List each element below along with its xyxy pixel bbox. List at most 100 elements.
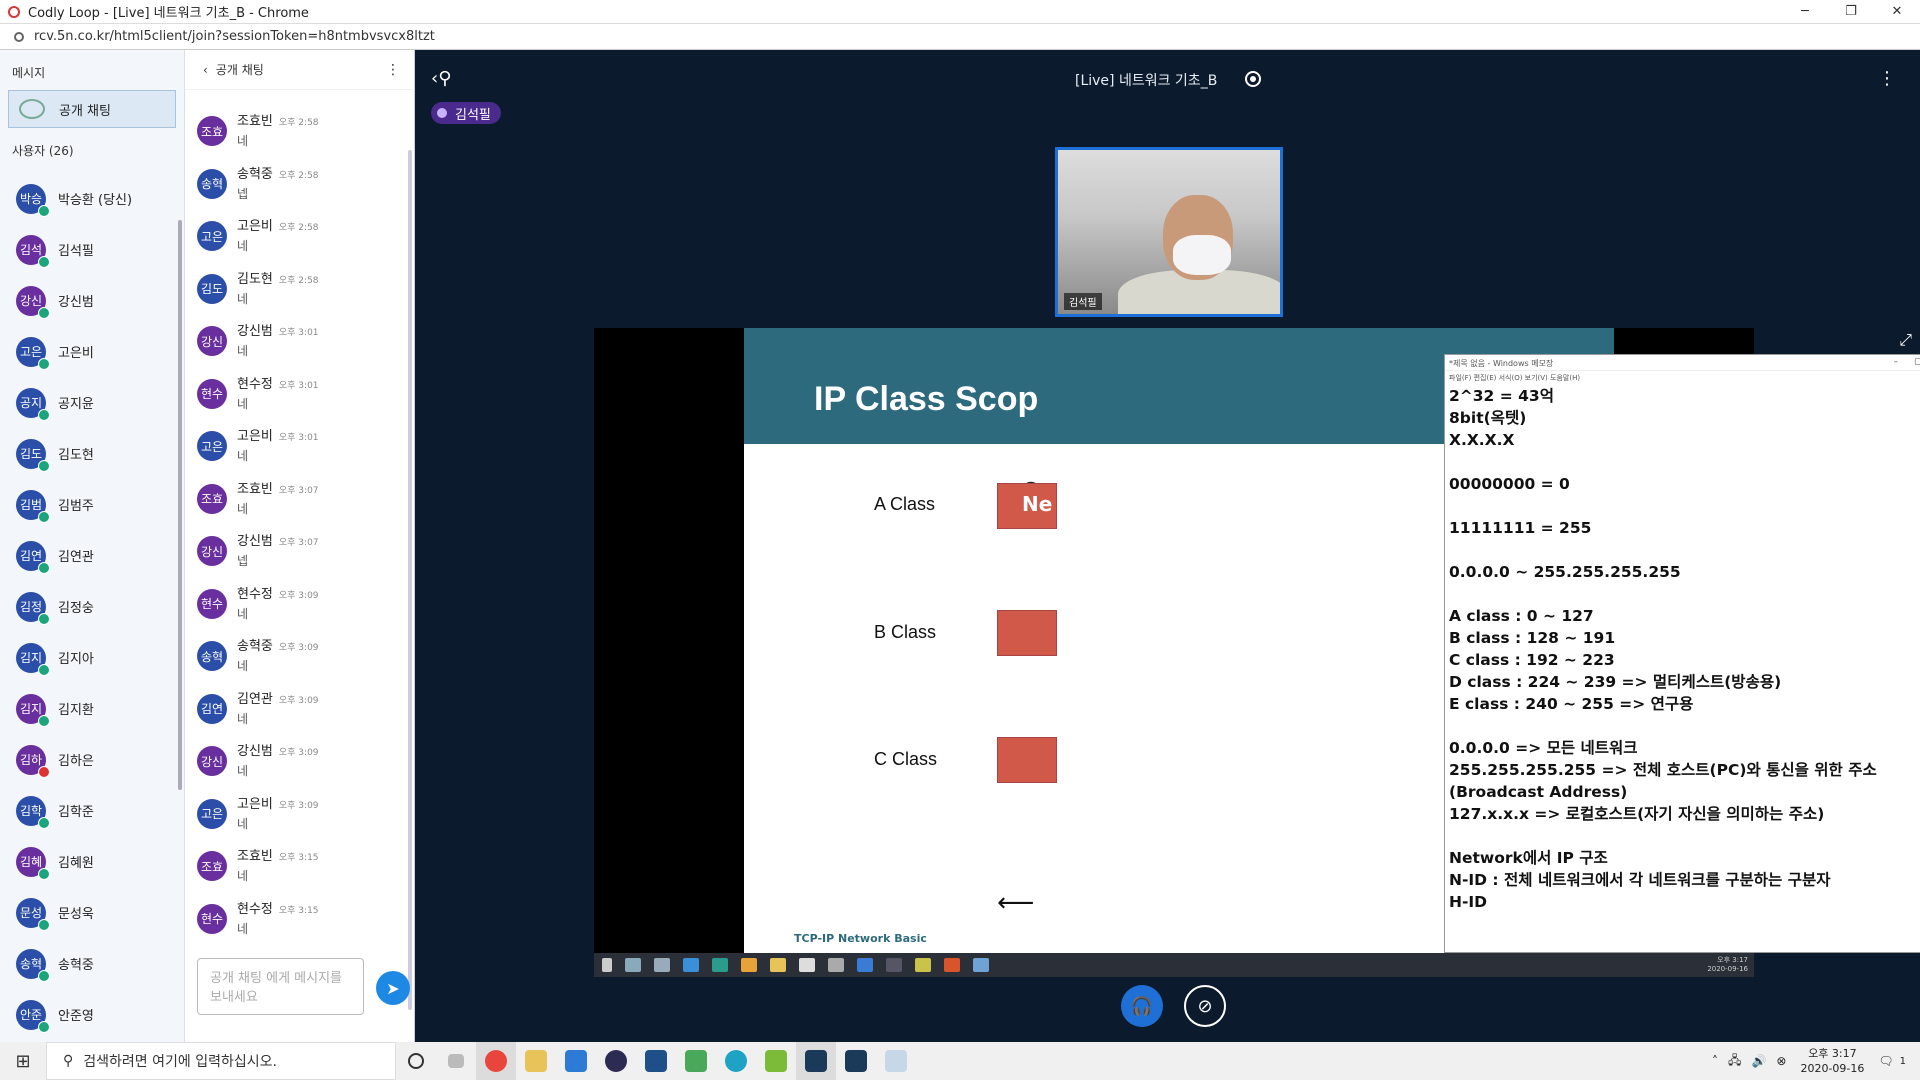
webcam-name-label: 김석필 (1064, 293, 1102, 310)
user-list-item[interactable]: 김정 김정숭 (0, 581, 178, 632)
database-tool-icon[interactable] (636, 1042, 676, 1080)
ime-icon[interactable]: ⊗ (1776, 1054, 1786, 1068)
shared-clock-time: 오후 3:17 (1717, 956, 1748, 964)
notepad-title: *제목 없음 - Windows 메모장 (1449, 359, 1554, 368)
chat-time: 오후 3:01 (278, 433, 319, 443)
users-scrollbar[interactable] (178, 220, 182, 790)
notepad-window-buttons[interactable]: –▢✕ (1893, 357, 1920, 367)
tray-chevron-icon[interactable]: ˄ (1712, 1054, 1718, 1068)
codly-loop-icon[interactable] (796, 1042, 836, 1080)
slide-a-class: A Class (874, 494, 936, 514)
user-list-item[interactable]: 김하 김하은 (0, 734, 178, 785)
bluestacks-icon[interactable] (756, 1042, 796, 1080)
recording-indicator-icon[interactable] (1245, 71, 1261, 87)
paint-icon[interactable] (876, 1042, 916, 1080)
minimize-button[interactable]: ─ (1782, 0, 1828, 24)
user-list-item[interactable]: 김석 김석필 (0, 224, 178, 275)
chat-message: 강신 강신범 오후 3:07 넵 (185, 526, 409, 579)
windows-start-icon[interactable]: ⊞ (0, 1051, 46, 1072)
mic-status-icon (38, 459, 50, 472)
chat-text: 네 (237, 659, 249, 673)
audio-button[interactable]: 🎧 (1121, 985, 1163, 1027)
send-button[interactable]: ➤ (376, 971, 410, 1005)
task-view-icon[interactable] (436, 1042, 476, 1080)
user-list-item[interactable]: 송혁 송혁중 (0, 938, 178, 989)
avatar-initials: 강신 (200, 754, 224, 769)
network-icon[interactable]: 🖧 (1728, 1051, 1741, 1072)
chat-bubble-icon (19, 99, 45, 119)
edge-icon[interactable] (716, 1042, 756, 1080)
user-list-item[interactable]: 안준 안준영 (0, 989, 178, 1040)
chat-message-body: 강신범 오후 3:01 네 (237, 320, 319, 369)
mic-status-icon (38, 867, 50, 880)
user-name: 강신범 (58, 295, 94, 310)
avatar: 김지 (16, 642, 50, 676)
site-info-icon[interactable] (14, 31, 24, 42)
notepad-text[interactable]: 2^32 = 43억 8bit(옥텟) X.X.X.X 00000000 = 0… (1445, 385, 1920, 913)
avatar-initials: 김연 (19, 549, 43, 563)
avatar-initials: 강신 (19, 294, 43, 308)
user-list-item[interactable]: 김도 김도현 (0, 428, 178, 479)
chat-scrollbar[interactable] (408, 150, 412, 1010)
notepad-menubar[interactable]: 파일(F) 편집(E) 서식(O) 보기(V) 도움말(H) (1445, 371, 1920, 385)
notification-center-icon[interactable]: 🗨 (1878, 1054, 1893, 1068)
user-list-item[interactable]: 강신 강신범 (0, 275, 178, 326)
user-list-toggle-icon[interactable]: ‹⚲ (431, 68, 451, 89)
chat-time: 오후 3:01 (278, 380, 319, 391)
notepad-window[interactable]: *제목 없음 - Windows 메모장 –▢✕ 파일(F) 편집(E) 서식(… (1444, 354, 1920, 953)
address-bar[interactable]: rcv.5n.co.kr/html5client/join?sessionTok… (0, 24, 1920, 50)
taskbar-search[interactable]: ⚲ 검색하려면 여기에 입력하십시오. (46, 1042, 396, 1080)
shared-powerpoint-icon (944, 958, 960, 972)
media-app-icon[interactable] (676, 1042, 716, 1080)
user-list-item[interactable]: 공지 공지윤 (0, 377, 178, 428)
system-tray: ˄ 🖧 🔊 ⊗ 오후 3:17 2020-09-16 🗨 1 (1712, 1042, 1920, 1080)
user-list-item[interactable]: 김연 김연관 (0, 530, 178, 581)
window-title: Codly Loop - [Live] 네트워크 기초_B - Chrome (28, 6, 309, 21)
cortana-icon[interactable] (396, 1042, 436, 1080)
mail-icon[interactable] (556, 1042, 596, 1080)
shared-notepad-icon (973, 958, 989, 972)
avatar-initials: 안준 (19, 1008, 43, 1022)
options-menu-icon[interactable]: ⋮ (1878, 68, 1896, 89)
main-video-area: ‹⚲ [Live] 네트워크 기초_B ⋮ 김석필 김석필 ⤢ IP Class… (415, 50, 1920, 1042)
url-text[interactable]: rcv.5n.co.kr/html5client/join?sessionTok… (34, 29, 435, 44)
file-explorer-icon[interactable] (516, 1042, 556, 1080)
avatar-initials: 문성 (19, 906, 43, 920)
public-chat-button[interactable]: 공개 채팅 (8, 90, 176, 128)
notepad-titlebar: *제목 없음 - Windows 메모장 –▢✕ (1445, 355, 1920, 371)
close-button[interactable]: ✕ (1874, 0, 1920, 24)
chat-message: 조효 조효빈 오후 3:07 네 (185, 474, 409, 527)
avatar-initials: 송혁 (200, 649, 224, 664)
video-toggle-button[interactable]: ⊘ (1184, 985, 1226, 1027)
taskbar-clock[interactable]: 오후 3:17 2020-09-16 (1800, 1046, 1864, 1076)
codly-loop-2-icon[interactable] (836, 1042, 876, 1080)
user-list-item[interactable]: 문성 문성욱 (0, 887, 178, 938)
user-list-item[interactable]: 김범 김범주 (0, 479, 178, 530)
avatar: 안준 (16, 999, 50, 1033)
avatar: 김도 (197, 273, 227, 304)
chat-message-body: 김도현 오후 2:58 네 (237, 268, 319, 317)
app-icon (8, 5, 20, 18)
chat-message-body: 고은비 오후 3:09 네 (237, 793, 319, 842)
maximize-button[interactable]: ❐ (1828, 0, 1874, 24)
user-list-item[interactable]: 김지 김지환 (0, 683, 178, 734)
back-chevron-icon[interactable]: ‹ (203, 63, 208, 77)
chat-message-input[interactable]: 공개 채팅 에게 메시지를 보내세요 (197, 958, 364, 1015)
mic-status-icon (38, 306, 50, 319)
shared-start-icon (602, 958, 612, 972)
volume-icon[interactable]: 🔊 (1751, 1054, 1766, 1068)
taskbar-search-placeholder: 검색하려면 여기에 입력하십시오. (83, 1054, 277, 1070)
chrome-icon[interactable] (476, 1042, 516, 1080)
avatar: 고은 (197, 798, 227, 829)
user-list-item[interactable]: 박승 박승환 (당신) (0, 173, 178, 224)
search-icon: ⚲ (63, 1053, 74, 1069)
chat-options-icon[interactable]: ⋮ (386, 62, 400, 78)
user-list-item[interactable]: 고은 고은비 (0, 326, 178, 377)
fullscreen-icon[interactable]: ⤢ (1899, 330, 1912, 350)
chat-sender: 고은비 (237, 429, 273, 444)
user-list-item[interactable]: 김학 김학준 (0, 785, 178, 836)
webcam-video[interactable]: 김석필 (1055, 147, 1283, 317)
user-list-item[interactable]: 김혜 김혜원 (0, 836, 178, 887)
user-list-item[interactable]: 김지 김지아 (0, 632, 178, 683)
eclipse-icon[interactable] (596, 1042, 636, 1080)
